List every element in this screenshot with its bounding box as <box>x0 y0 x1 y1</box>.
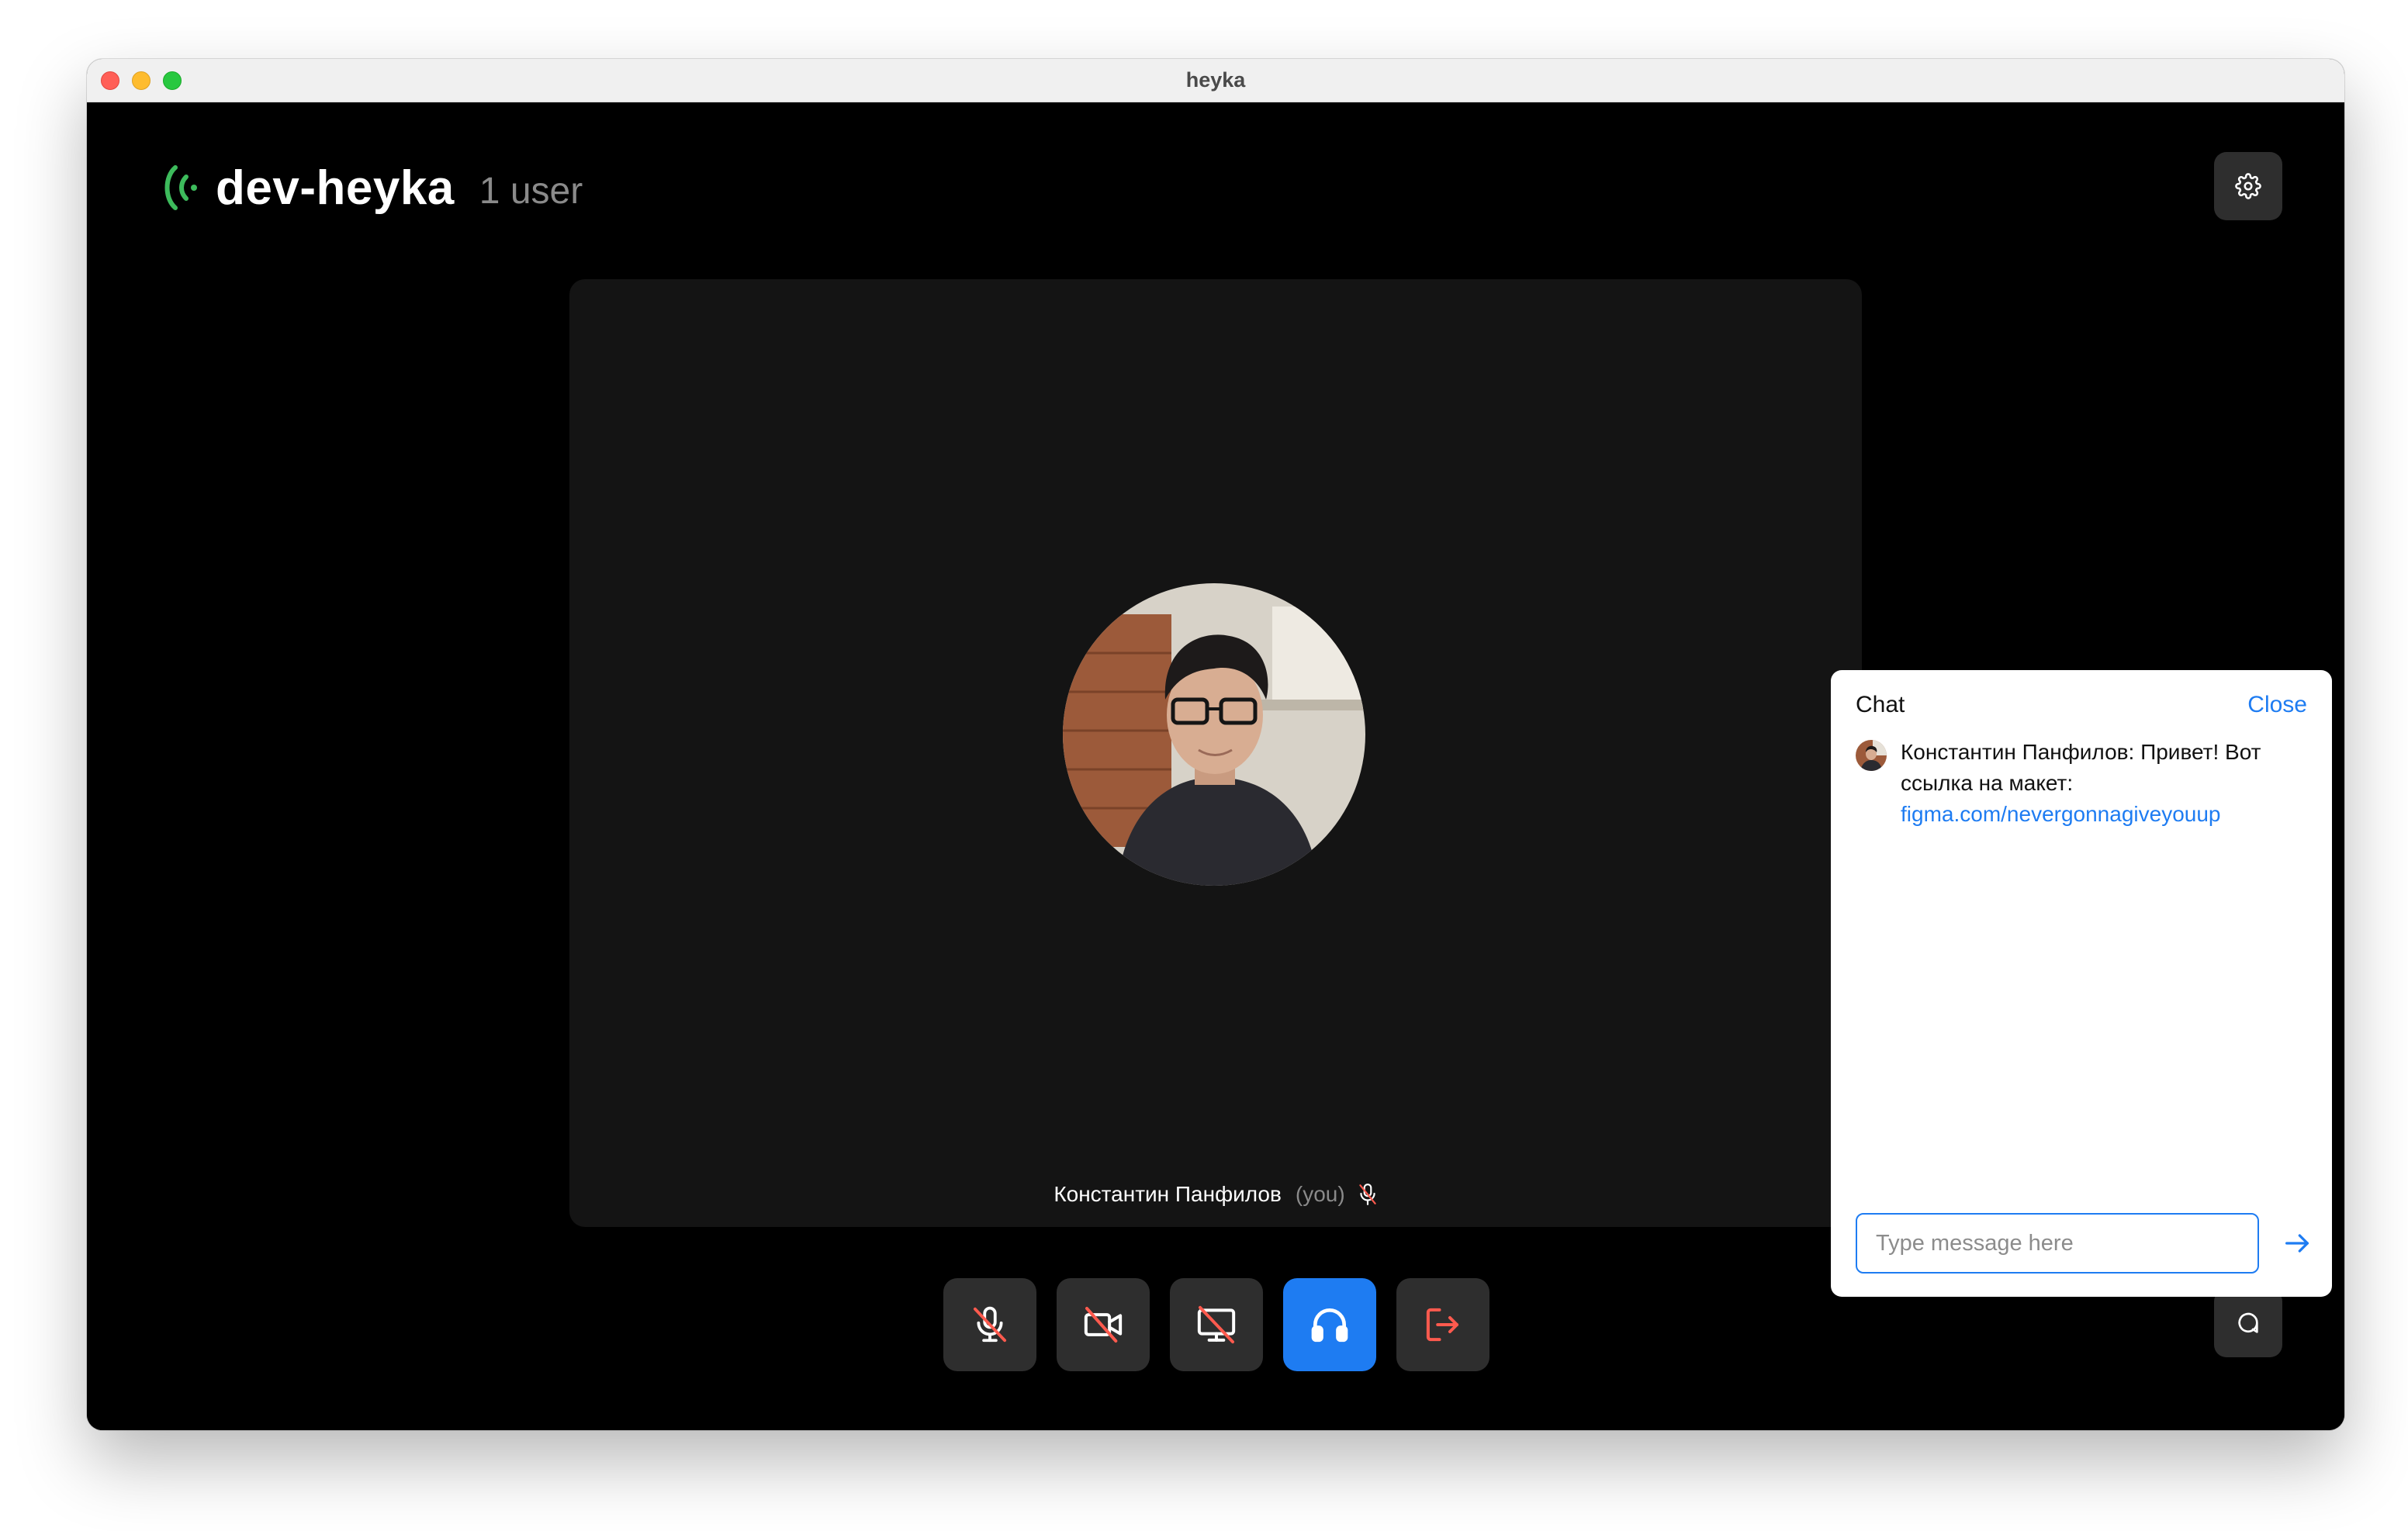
you-label: (you) <box>1295 1182 1345 1206</box>
window-title: heyka <box>1185 68 1246 92</box>
mic-muted-icon <box>1358 1184 1376 1205</box>
chat-toggle-button[interactable] <box>2214 1289 2282 1357</box>
screen-share-off-icon <box>1197 1305 1236 1344</box>
send-arrow-icon <box>2285 1234 2309 1253</box>
chat-bubble-icon <box>2238 1312 2258 1333</box>
toggle-camera-button[interactable] <box>1057 1278 1150 1371</box>
signal-icon <box>164 165 197 210</box>
settings-button[interactable] <box>2214 152 2282 220</box>
mic-off-icon <box>973 1306 1007 1343</box>
camera-off-icon <box>1084 1307 1123 1343</box>
user-count: 1 user <box>479 170 583 212</box>
message-link[interactable]: figma.com/nevergonnagiveyouup <box>1901 799 2312 830</box>
gear-icon <box>2235 173 2261 199</box>
message-body: Константин Панфилов: Привет! Вот ссылка … <box>1901 737 2312 830</box>
send-message-button[interactable] <box>2276 1222 2318 1264</box>
app-window: heyka dev-heyka 1 user Константин Панфил… <box>87 59 2344 1430</box>
video-tile: Константин Панфилов (you) <box>569 279 1862 1227</box>
toggle-audio-button[interactable] <box>1283 1278 1376 1371</box>
room-name: dev-heyka <box>216 161 455 215</box>
leave-call-button[interactable] <box>1396 1278 1489 1371</box>
participant-label: Константин Панфилов (you) <box>569 1182 1862 1207</box>
chat-close-button[interactable]: Close <box>2247 692 2307 718</box>
message-author: Константин Панфилов: <box>1901 740 2135 764</box>
room-header: dev-heyka 1 user <box>158 157 583 219</box>
message-avatar <box>1856 740 1887 771</box>
participant-name: Константин Панфилов <box>1054 1182 1282 1206</box>
call-controls <box>943 1278 1489 1371</box>
toggle-mic-button[interactable] <box>943 1278 1036 1371</box>
participant-avatar <box>1063 583 1365 886</box>
title-bar: heyka <box>87 59 2344 102</box>
chat-message-input[interactable] <box>1856 1213 2259 1274</box>
chat-message: Константин Панфилов: Привет! Вот ссылка … <box>1856 737 2313 830</box>
chat-title: Chat <box>1856 692 1905 717</box>
headphones-icon <box>1311 1308 1348 1343</box>
call-screen: dev-heyka 1 user Константин Панфилов (yo… <box>87 102 2344 1430</box>
chat-panel: Chat Close Константин Панфилов: Привет! … <box>1831 670 2332 1297</box>
leave-icon <box>1426 1308 1459 1342</box>
toggle-screen-share-button[interactable] <box>1170 1278 1263 1371</box>
